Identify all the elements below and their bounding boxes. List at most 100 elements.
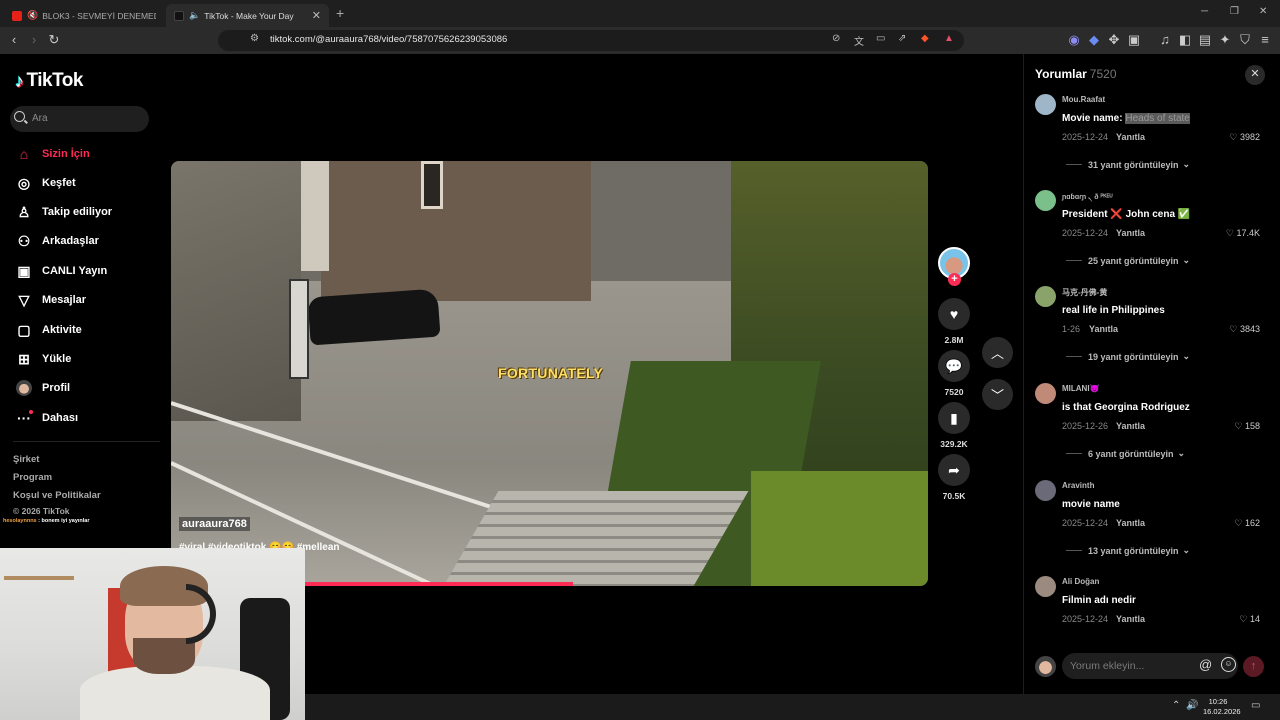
comment-username[interactable]: 马克-丹佛-黄 <box>1062 287 1107 298</box>
url-text[interactable]: tiktok.com/@auraaura768/video/7587075626… <box>270 34 507 45</box>
volume-icon[interactable]: 🔊 <box>1186 700 1198 711</box>
comment-date: 2025-12-24 <box>1062 228 1109 238</box>
extensions-puzzle-icon[interactable]: ✥ <box>1106 32 1122 48</box>
footer-link-company[interactable]: Şirket <box>13 454 39 465</box>
follow-plus-icon[interactable]: + <box>948 273 961 286</box>
comment-date: 2025-12-24 <box>1062 518 1109 528</box>
vpn-extension-icon[interactable]: ◆ <box>1086 32 1102 48</box>
nav-item-more[interactable]: ··· Dahası <box>14 407 78 429</box>
view-replies-button[interactable]: 6 yanıt görüntüleyin ⌄ <box>1066 448 1185 459</box>
nav-item-for-you[interactable]: ⌂ Sizin İçin <box>14 143 90 165</box>
comment-date: 2025-12-24 <box>1062 132 1109 142</box>
minimize-icon[interactable]: ─ <box>1201 6 1208 17</box>
view-replies-button[interactable]: 13 yanıt görüntüleyin ⌄ <box>1066 545 1190 556</box>
browser-tab-tiktok[interactable]: 🔈 TikTok - Make Your Day ✕ <box>166 4 329 27</box>
leo-ai-icon[interactable]: ✦ <box>1217 32 1233 48</box>
save-button[interactable]: ▮ <box>938 402 970 434</box>
media-icon[interactable]: ♫ <box>1157 32 1173 47</box>
vpn-shield-icon[interactable]: ⛉ <box>1237 32 1253 48</box>
menu-icon[interactable]: ≡ <box>1257 32 1273 47</box>
wallet-extension-icon[interactable]: ◉ <box>1066 32 1082 48</box>
comment-username[interactable]: Aravinth <box>1062 481 1094 490</box>
commenter-avatar[interactable] <box>1035 94 1056 115</box>
emoji-icon[interactable]: ☺ <box>1221 657 1236 672</box>
nav-item-friends[interactable]: ⚇ Arkadaşlar <box>14 230 99 252</box>
video-author[interactable]: auraaura768 <box>179 517 250 531</box>
footer-link-program[interactable]: Program <box>13 472 52 483</box>
search-box[interactable] <box>10 106 149 132</box>
comment-like-button[interactable]: ♡ 3982 <box>1229 132 1260 143</box>
comment-input-box[interactable]: @ ☺ <box>1062 653 1238 679</box>
comment-input[interactable] <box>1068 659 1188 673</box>
no-track-icon[interactable]: ⊘ <box>832 33 840 44</box>
reply-button[interactable]: Yanıtla <box>1116 132 1145 142</box>
taskbar-clock[interactable]: 10:26 16.02.2026 <box>1203 697 1241 717</box>
comment-username[interactable]: MILANI😈 <box>1062 384 1100 393</box>
muted-speaker-icon[interactable]: 🔇 <box>27 10 38 21</box>
tray-chevron-up-icon[interactable]: ⌃ <box>1172 700 1180 711</box>
nav-item-live[interactable]: ▣ CANLI Yayın <box>14 260 107 282</box>
footer-link-terms[interactable]: Koşul ve Politikalar <box>13 490 101 501</box>
comment-like-button[interactable]: ♡ 14 <box>1239 614 1260 625</box>
comment-like-button[interactable]: ♡ 3843 <box>1229 324 1260 335</box>
close-comments-button[interactable]: ✕ <box>1245 65 1265 85</box>
comment-button[interactable]: 💬 <box>938 350 970 382</box>
send-comment-button[interactable]: ↑ <box>1243 656 1264 677</box>
browser-tab-youtube[interactable]: 🔇 BLOK3 - SEVMEYİ DENEMEDİN ( <box>4 4 164 27</box>
nav-item-messages[interactable]: ▽ Mesajlar <box>14 289 86 311</box>
comment-username[interactable]: Mou.Raafat <box>1062 95 1105 104</box>
commenter-avatar[interactable] <box>1035 576 1056 597</box>
translate-icon[interactable]: 文 <box>854 33 864 48</box>
nav-item-profile[interactable]: Profil <box>14 377 70 399</box>
previous-video-button[interactable]: ︿ <box>982 337 1013 368</box>
comment-like-button[interactable]: ♡ 17.4K <box>1226 228 1260 239</box>
new-tab-button[interactable]: + <box>336 5 344 21</box>
cast-icon[interactable]: ▭ <box>876 33 885 44</box>
comment-like-button[interactable]: ♡ 162 <box>1234 518 1260 529</box>
share-icon[interactable]: ⇗ <box>898 33 906 44</box>
view-replies-button[interactable]: 31 yanıt görüntüleyin ⌄ <box>1066 159 1190 170</box>
search-input[interactable] <box>30 112 145 125</box>
mention-at-icon[interactable]: @ <box>1199 657 1212 672</box>
spoiler-highlight[interactable]: Heads of state <box>1125 113 1190 124</box>
back-icon[interactable]: ‹ <box>6 32 22 47</box>
screenshot-icon[interactable]: ▣ <box>1126 32 1142 48</box>
reply-button[interactable]: Yanıtla <box>1089 324 1118 334</box>
view-replies-button[interactable]: 19 yanıt görüntüleyin ⌄ <box>1066 351 1190 362</box>
close-tab-icon[interactable]: ✕ <box>312 9 321 22</box>
reply-button[interactable]: Yanıtla <box>1116 518 1145 528</box>
commenter-avatar[interactable] <box>1035 286 1056 307</box>
comment-username[interactable]: ɲɑɓɑɾɲ ৲ ð ᴾᴷᴱᵁ <box>1062 191 1113 203</box>
address-bar[interactable]: ⚙ tiktok.com/@auraaura768/video/75870756… <box>218 30 964 51</box>
video-progress-bar[interactable] <box>305 582 573 586</box>
commenter-avatar[interactable] <box>1035 383 1056 404</box>
wallet-icon[interactable]: ▤ <box>1197 32 1213 48</box>
commenter-avatar[interactable] <box>1035 480 1056 501</box>
forward-icon[interactable]: › <box>26 32 42 47</box>
nav-item-activity[interactable]: ▢ Aktivite <box>14 319 81 341</box>
notification-icon[interactable]: ▭ <box>1251 700 1260 711</box>
nav-item-following[interactable]: ♙ Takip ediliyor <box>14 201 112 223</box>
tiktok-logo[interactable]: ♪ TikTok <box>15 70 83 92</box>
reply-button[interactable]: Yanıtla <box>1116 421 1145 431</box>
reply-button[interactable]: Yanıtla <box>1116 228 1145 238</box>
nav-item-explore[interactable]: ◎ Keşfet <box>14 172 76 194</box>
site-info-icon[interactable]: ⚙ <box>250 33 259 44</box>
view-replies-button[interactable]: 25 yanıt görüntüleyin ⌄ <box>1066 255 1190 266</box>
speaker-icon[interactable]: 🔈 <box>189 10 200 21</box>
restore-icon[interactable]: ❐ <box>1230 6 1239 17</box>
next-video-button[interactable]: ﹀ <box>982 379 1013 410</box>
comment-username[interactable]: Ali Doğan <box>1062 577 1099 586</box>
close-window-icon[interactable]: ✕ <box>1259 6 1267 17</box>
commenter-avatar[interactable] <box>1035 190 1056 211</box>
nav-item-upload[interactable]: ⊞ Yükle <box>14 348 71 370</box>
share-button[interactable]: ➦ <box>938 454 970 486</box>
reload-icon[interactable]: ↻ <box>46 32 62 48</box>
video-player[interactable]: FORTUNATELY auraaura768 #viral #videotik… <box>171 161 928 586</box>
brave-shield-icon[interactable]: ◆ <box>921 33 929 44</box>
brave-rewards-icon[interactable]: ▲ <box>944 33 954 44</box>
like-button[interactable]: ♥ <box>938 298 970 330</box>
comment-like-button[interactable]: ♡ 158 <box>1234 421 1260 432</box>
reply-button[interactable]: Yanıtla <box>1116 614 1145 624</box>
sidebar-toggle-icon[interactable]: ◧ <box>1177 32 1193 48</box>
